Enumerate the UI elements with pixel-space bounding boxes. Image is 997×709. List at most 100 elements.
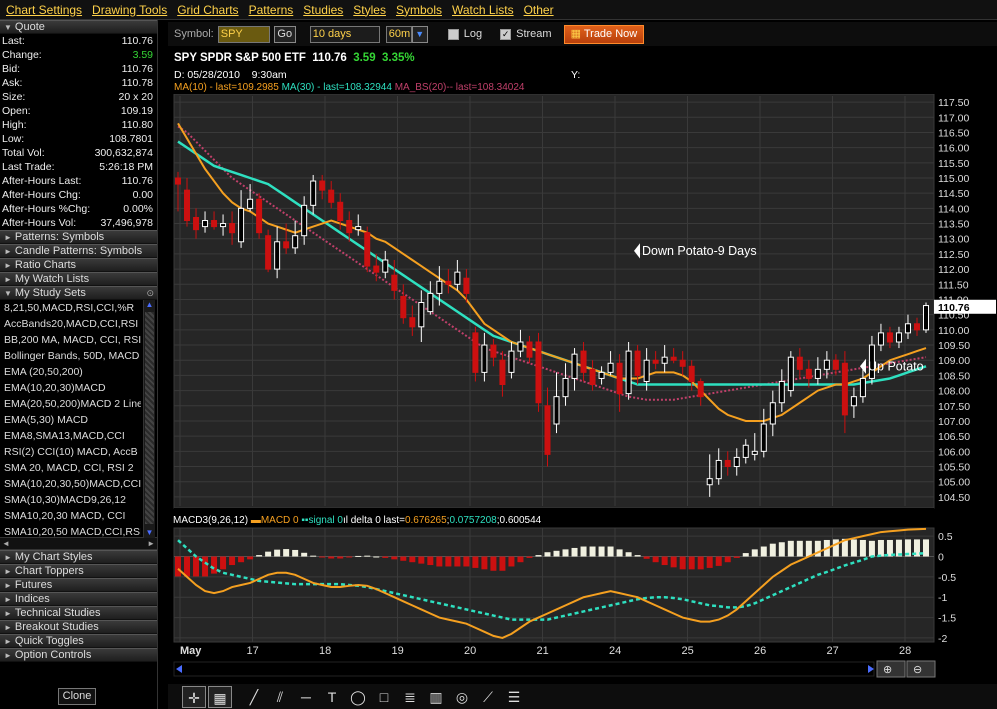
study-set-item[interactable]: AccBands20,MACD,CCI,RSI xyxy=(0,316,141,332)
menu-item-0[interactable]: Chart Settings xyxy=(0,3,86,17)
stream-checkbox[interactable]: ✓ xyxy=(500,28,512,40)
text-tool-icon[interactable]: T xyxy=(320,686,344,708)
section-header[interactable]: ► Technical Studies xyxy=(0,606,157,620)
scroll-down-arrow-icon[interactable]: ▼ xyxy=(144,528,155,538)
macd-histogram-bar xyxy=(832,539,839,557)
candle-body xyxy=(247,198,254,209)
interval-dropdown-arrow-icon[interactable]: ▼ xyxy=(411,25,428,43)
macd-histogram-bar xyxy=(688,556,695,570)
section-header[interactable]: ► Option Controls xyxy=(0,648,157,662)
menu-item-5[interactable]: Styles xyxy=(347,3,390,17)
quote-row: After-Hours %Chg: 0.00% xyxy=(0,202,157,216)
quote-section-header[interactable]: ▼ Quote xyxy=(0,20,157,34)
section-header[interactable]: ► My Watch Lists xyxy=(0,272,157,286)
spiral-tool-icon[interactable]: ◎ xyxy=(450,686,474,708)
section-header[interactable]: ► Indices xyxy=(0,592,157,606)
period-dropdown[interactable]: 10 days xyxy=(309,25,380,43)
scroll-right-arrow-icon[interactable]: ► xyxy=(147,538,155,549)
macd-histogram-bar xyxy=(715,556,722,566)
section-header[interactable]: ► Candle Patterns: Symbols xyxy=(0,244,157,258)
candle-body xyxy=(445,280,452,285)
menu-item-8[interactable]: Other xyxy=(518,3,558,17)
section-header[interactable]: ► Ratio Charts xyxy=(0,258,157,272)
study-set-item[interactable]: EMA (20,50,200) xyxy=(0,364,141,380)
macd-histogram-bar xyxy=(508,556,515,567)
study-set-item[interactable]: Bollinger Bands, 50D, MACD xyxy=(0,348,141,364)
ellipse-tool-icon[interactable]: ◯ xyxy=(346,686,370,708)
macd-histogram-bar xyxy=(589,546,596,557)
study-set-item[interactable]: SMA 20, MACD, CCI, RSI 2 xyxy=(0,460,141,476)
fan-tool-icon[interactable]: ⟋ xyxy=(476,686,500,708)
parallel-lines-tool-icon[interactable]: ⫽ xyxy=(268,686,292,708)
quote-label: Size: xyxy=(2,91,26,103)
section-header[interactable]: ► Quick Toggles xyxy=(0,634,157,648)
section-header[interactable]: ► Chart Toppers xyxy=(0,564,157,578)
study-set-item[interactable]: BB,200 MA, MACD, CCI, RSI xyxy=(0,332,141,348)
log-checkbox[interactable] xyxy=(447,28,459,40)
candle-body xyxy=(778,380,785,404)
study-set-item[interactable]: EMA(20,50,200)MACD 2 Lines xyxy=(0,396,141,412)
candle-body xyxy=(265,235,272,270)
macd-histogram-bar xyxy=(868,540,875,557)
section-header[interactable]: ► Patterns: Symbols xyxy=(0,230,157,244)
candle-body xyxy=(751,450,758,455)
trade-now-button[interactable]: ▦ Trade Now xyxy=(563,24,645,44)
menu-item-2[interactable]: Grid Charts xyxy=(171,3,242,17)
study-set-item[interactable]: RSI(2) CCI(10) MACD, AccB xyxy=(0,444,141,460)
quote-row: High: 110.80 xyxy=(0,118,157,132)
menu-item-1[interactable]: Drawing Tools xyxy=(86,3,171,17)
fibonacci-tool-icon[interactable]: ≣ xyxy=(398,686,422,708)
study-set-item[interactable]: EMA8,SMA13,MACD,CCI xyxy=(0,428,141,444)
candle-body xyxy=(796,356,803,370)
study-set-item[interactable]: EMA(10,20,30)MACD xyxy=(0,380,141,396)
section-header[interactable]: ► My Chart Styles xyxy=(0,550,157,564)
clone-button[interactable]: Clone xyxy=(58,688,96,705)
macd-delta-legend: delta 0 last= xyxy=(350,515,405,526)
menu-item-6[interactable]: Symbols xyxy=(390,3,446,17)
crosshair-tool-icon[interactable]: ✛ xyxy=(182,685,206,708)
instrument-title: SPY SPDR S&P 500 ETF xyxy=(174,52,306,64)
grid-select-tool-icon[interactable]: ▦ xyxy=(208,685,232,708)
rectangle-tool-icon[interactable]: □ xyxy=(372,686,396,708)
symbol-input[interactable]: SPY xyxy=(217,25,270,43)
candle-body xyxy=(742,444,749,458)
study-set-item[interactable]: SMA10,20,50 MACD,CCI,RSI xyxy=(0,524,141,540)
scroll-up-arrow-icon[interactable]: ▲ xyxy=(144,300,155,310)
price-chart-svg[interactable]: May 17 18 19 20 21 24 25 26 27 28 117.50 117.00 116.5… xyxy=(168,48,997,684)
menu-item-3[interactable]: Patterns xyxy=(243,3,298,17)
quote-value: 110.76 xyxy=(121,35,153,47)
quote-table: Last: 110.76 Change: 3.59 Bid: 110.76 Ask: 110.… xyxy=(0,34,157,230)
study-set-item[interactable]: SMA(10,20,30,50)MACD,CCI xyxy=(0,476,141,492)
section-header[interactable]: ▼ My Study Sets ⊙ xyxy=(0,286,157,300)
study-set-item[interactable]: SMA(10,30)MACD9,26,12 xyxy=(0,492,141,508)
study-sets-scrollbar[interactable]: ▲ ▼ xyxy=(143,300,155,538)
macd-histogram-bar xyxy=(607,546,614,557)
macd-histogram-bar xyxy=(490,556,497,571)
interval-dropdown[interactable]: 60m xyxy=(385,25,412,43)
horizontal-line-tool-icon[interactable]: ─ xyxy=(294,686,318,708)
gann-tool-icon[interactable]: ▥ xyxy=(424,686,448,708)
study-set-item[interactable]: 8,21,50,MACD,RSI,CCI,%R xyxy=(0,300,141,316)
drawing-tools-bar: ✛ ▦ ╱ ⫽ ─ T ◯ □ ≣ ▥ ◎ ⟋ ☰ xyxy=(168,684,997,709)
go-button[interactable]: Go xyxy=(273,25,296,43)
channel-tool-icon[interactable]: ☰ xyxy=(502,686,526,708)
scroll-thumb[interactable] xyxy=(145,312,154,524)
y-readout: Y: xyxy=(571,69,581,81)
section-header[interactable]: ► Breakout Studies xyxy=(0,620,157,634)
date-readout: D: 05/28/2010 xyxy=(174,69,240,81)
candle-body xyxy=(769,402,776,425)
section-header[interactable]: ► Futures xyxy=(0,578,157,592)
candle-body xyxy=(895,332,902,343)
quote-label: After-Hours Chg: xyxy=(2,189,81,201)
study-set-item[interactable]: EMA(5,30) MACD xyxy=(0,412,141,428)
study-set-item[interactable]: SMA10,20,30 MACD, CCI xyxy=(0,508,141,524)
candle-body xyxy=(706,478,713,486)
expand-triangle-icon: ► xyxy=(4,637,12,646)
options-circle-icon[interactable]: ⊙ xyxy=(146,287,154,299)
line-tool-icon[interactable]: ╱ xyxy=(242,686,266,708)
price-tick-label: 106.50 xyxy=(938,431,970,443)
macd-histogram-bar xyxy=(418,556,425,564)
menu-item-4[interactable]: Studies xyxy=(297,3,347,17)
chart-area[interactable]: May 17 18 19 20 21 24 25 26 27 28 117.50 117.00 116.5… xyxy=(168,48,997,684)
menu-item-7[interactable]: Watch Lists xyxy=(446,3,518,17)
